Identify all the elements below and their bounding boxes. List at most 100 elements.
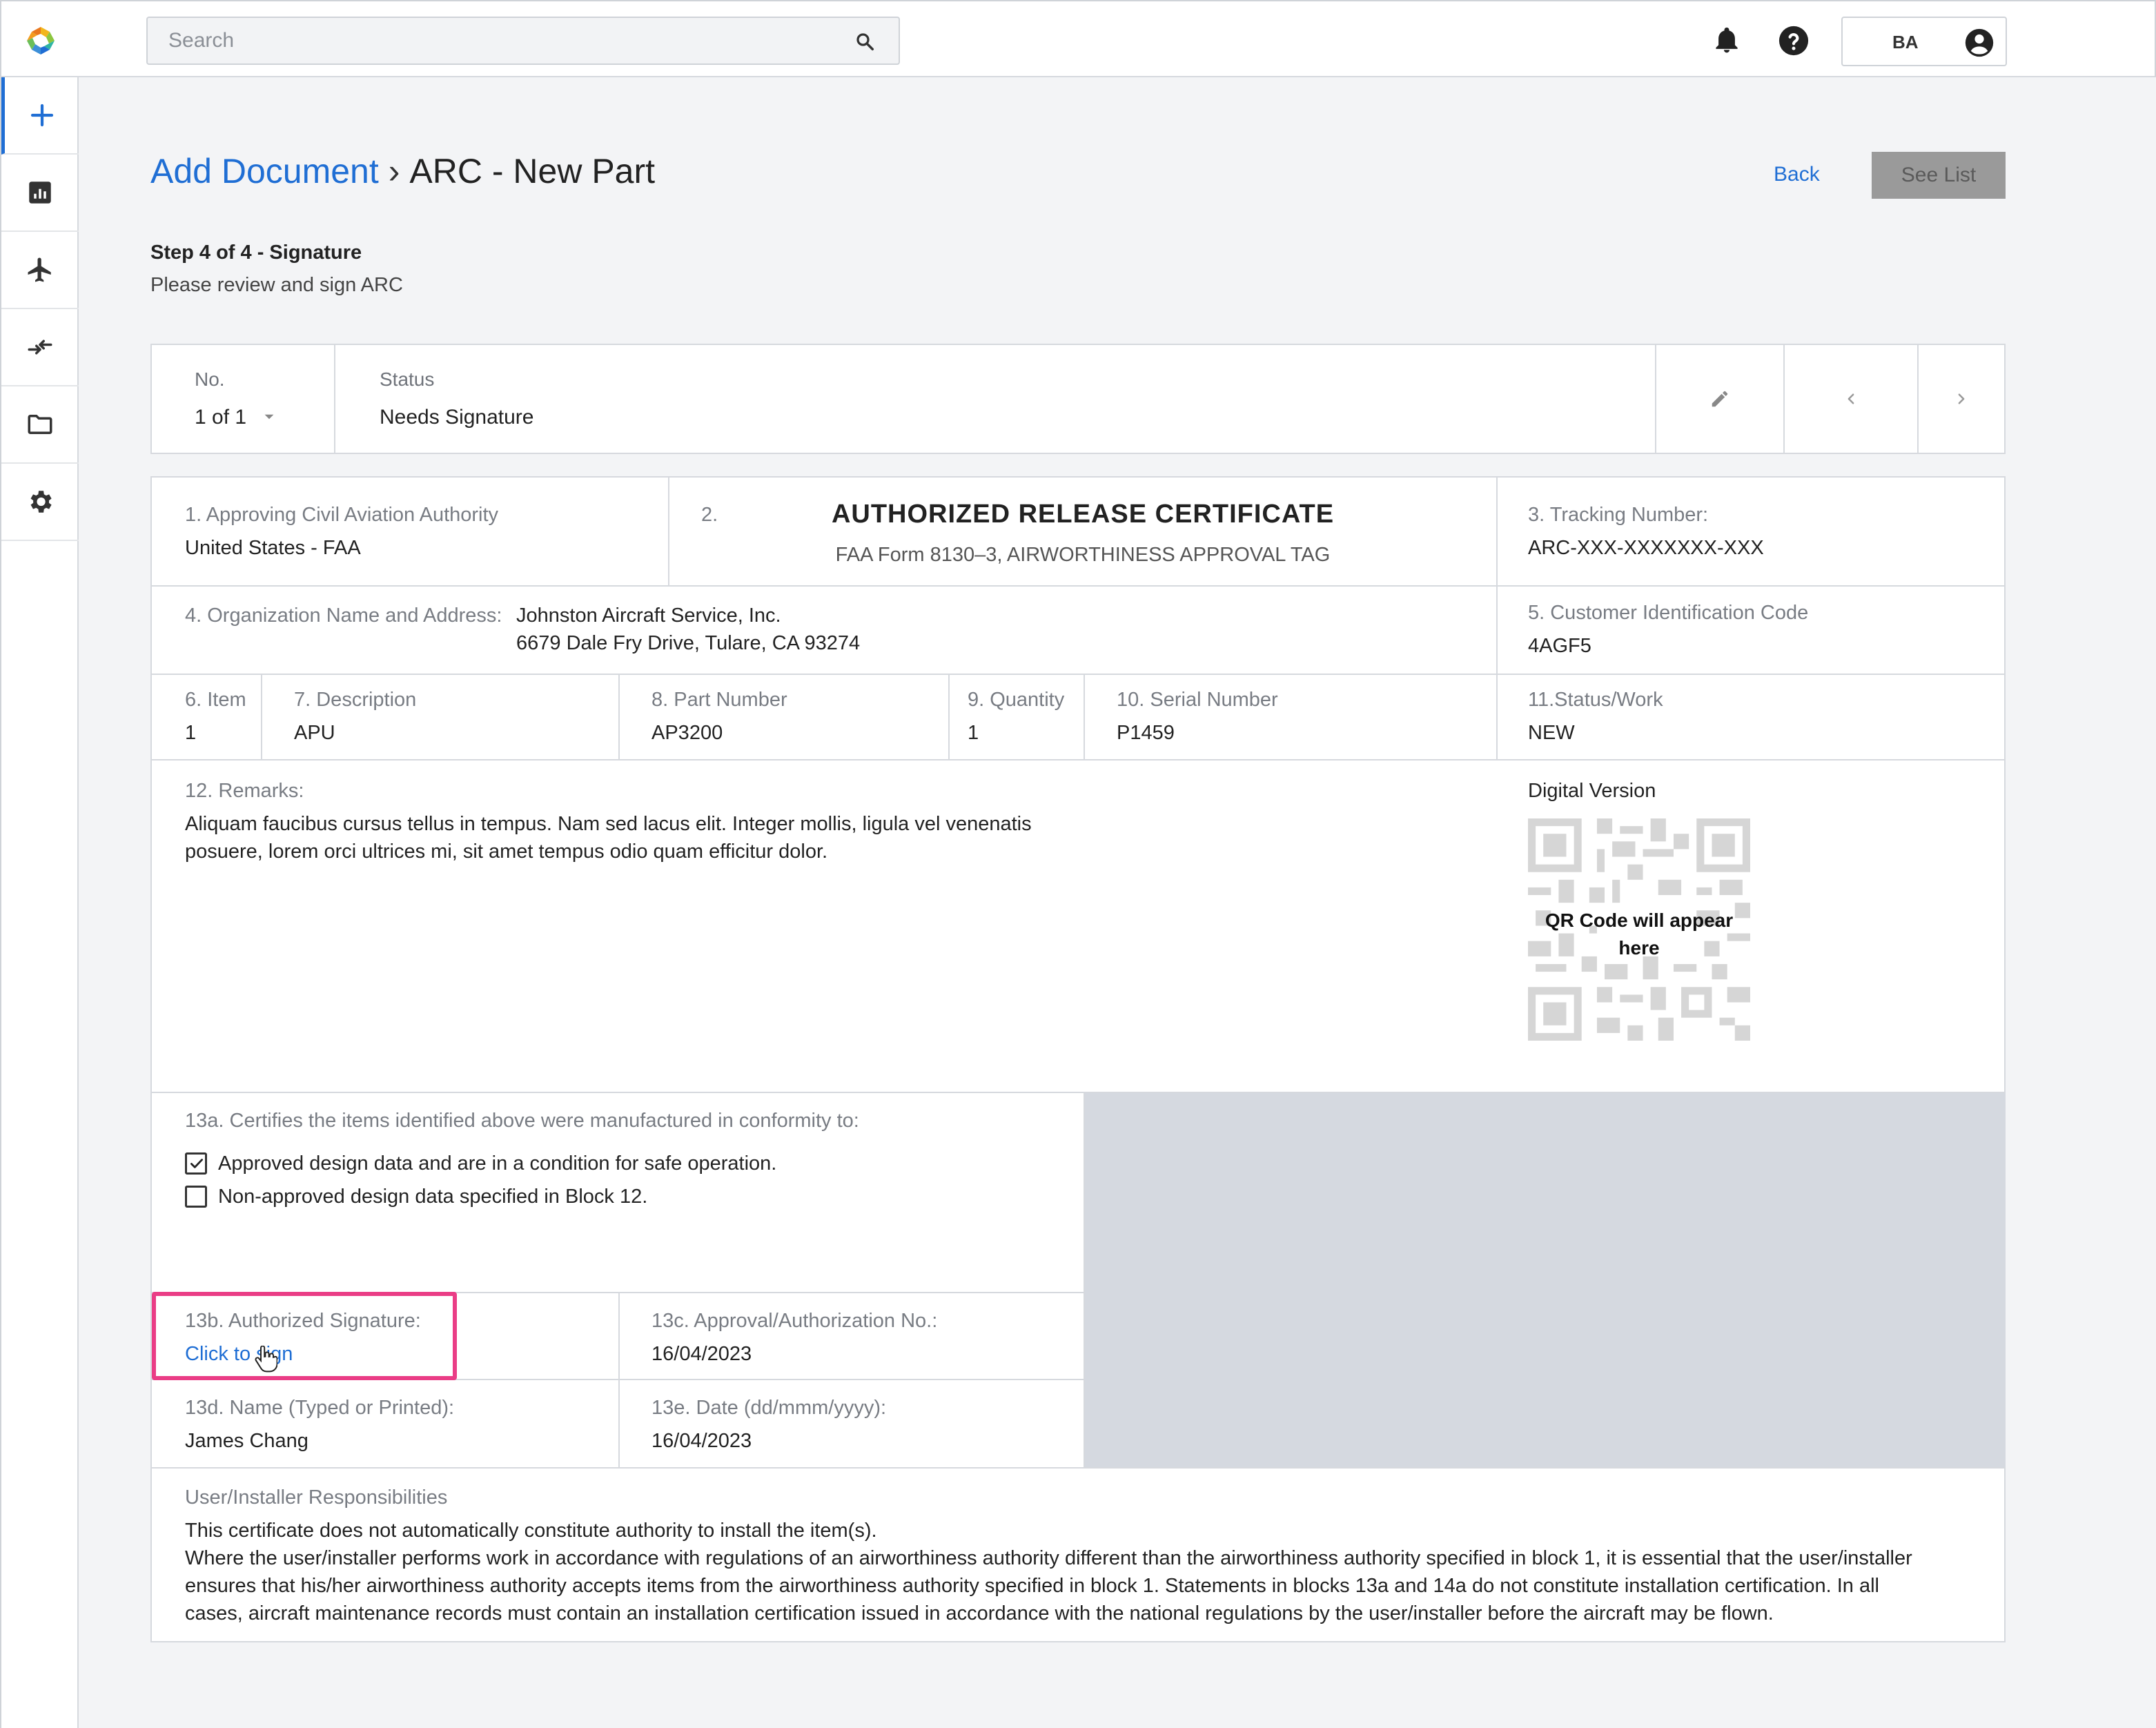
search-icon[interactable]: [854, 31, 875, 52]
organization-label: 4. Organization Name and Address:: [185, 605, 502, 627]
divider: [152, 674, 2006, 675]
customer-id-label: 5. Customer Identification Code: [1528, 602, 1809, 624]
step-title: Step 4 of 4 - Signature: [150, 242, 362, 264]
name-label: 13d. Name (Typed or Printed):: [185, 1397, 455, 1419]
pencil-icon: [1712, 391, 1728, 407]
divider: [668, 478, 669, 585]
breadcrumb-add-document-link[interactable]: Add Document: [150, 152, 379, 190]
digital-version-label: Digital Version: [1528, 780, 1656, 802]
app-logo-icon[interactable]: [25, 25, 57, 57]
user-menu[interactable]: BA: [1841, 17, 2007, 66]
checkmark-icon: [190, 1159, 203, 1168]
serial-number-value: P1459: [1117, 722, 1175, 744]
divider: [618, 674, 620, 759]
remarks-line-1: Aliquam faucibus cursus tellus in tempus…: [185, 813, 1032, 835]
edit-button[interactable]: [1655, 345, 1783, 453]
divider: [152, 759, 2006, 760]
step-subtitle: Please review and sign ARC: [150, 274, 403, 296]
chevron-right-icon: [1958, 393, 1965, 404]
description-value: APU: [294, 722, 335, 744]
folder-icon: [28, 415, 52, 434]
bell-icon[interactable]: [1712, 25, 1742, 55]
divider: [1084, 674, 1085, 759]
certificate-subtitle: FAA Form 8130–3, AIRWORTHINESS APPROVAL …: [835, 544, 1331, 566]
top-bar: BA: [0, 0, 2156, 77]
divider: [152, 1092, 2006, 1093]
no-value: 1 of 1: [195, 406, 247, 429]
sidebar-item-aircraft[interactable]: [1, 232, 79, 309]
gear-icon: [30, 491, 52, 513]
breadcrumb: Add Document › ARC - New Part: [150, 150, 655, 192]
remarks-line-2: posuere, lorem orci ultrices mi, sit ame…: [185, 841, 828, 863]
divider: [1496, 478, 1498, 759]
responsibilities-line-3: ensures that his/her airworthiness autho…: [185, 1575, 1879, 1597]
breadcrumb-separator: ›: [388, 152, 400, 190]
approved-design-checkbox[interactable]: [185, 1152, 207, 1175]
divider: [1084, 1092, 1085, 1467]
item-value: 1: [185, 722, 197, 744]
responsibilities-label: User/Installer Responsibilities: [185, 1486, 448, 1509]
sidebar-item-add[interactable]: [1, 77, 79, 155]
approval-number-label: 13c. Approval/Authorization No.:: [651, 1310, 938, 1332]
non-approved-design-label: Non-approved design data specified in Bl…: [218, 1186, 648, 1208]
customer-id-value: 4AGF5: [1528, 635, 1591, 657]
serial-number-label: 10. Serial Number: [1117, 689, 1278, 711]
search-input[interactable]: [148, 18, 810, 63]
approving-authority-value: United States - FAA: [185, 537, 361, 559]
item-label: 6. Item: [185, 689, 246, 711]
organization-name: Johnston Aircraft Service, Inc.: [516, 605, 781, 627]
user-initials: BA: [1892, 32, 1919, 52]
document-number-select[interactable]: No. 1 of 1: [152, 345, 335, 453]
airplane-icon: [28, 257, 51, 282]
certificate-title: AUTHORIZED RELEASE CERTIFICATE: [831, 500, 1335, 529]
divider: [618, 1292, 620, 1467]
tracking-number-label: 3. Tracking Number:: [1528, 504, 1709, 526]
divider: [261, 674, 262, 759]
sidebar-item-documents[interactable]: [1, 386, 79, 464]
organization-address: 6679 Dale Fry Drive, Tulare, CA 93274: [516, 632, 861, 654]
description-label: 7. Description: [294, 689, 417, 711]
date-label: 13e. Date (dd/mmm/yyyy):: [651, 1397, 887, 1419]
sidebar-item-reports[interactable]: [1, 155, 79, 232]
part-number-label: 8. Part Number: [651, 689, 787, 711]
remarks-label: 12. Remarks:: [185, 780, 304, 802]
hand-cursor-icon: [255, 1346, 277, 1373]
back-link[interactable]: Back: [1774, 163, 1820, 186]
user-avatar-icon: [1965, 28, 1994, 57]
quantity-value: 1: [968, 722, 979, 744]
sidebar-item-transfers[interactable]: [1, 309, 79, 386]
signature-highlight: [152, 1292, 457, 1380]
approval-number-value: 16/04/2023: [651, 1343, 752, 1365]
name-value: James Chang: [185, 1430, 308, 1452]
tracking-number-value: ARC-XXX-XXXXXXX-XXX: [1528, 537, 1764, 559]
certificate-form: 1. Approving Civil Aviation Authority Un…: [150, 476, 2006, 1642]
status-cell: Status Needs Signature: [335, 345, 1371, 453]
document-navigator: No. 1 of 1 Status Needs Signature: [150, 344, 2006, 454]
status-value: Needs Signature: [380, 406, 534, 429]
chevron-left-icon: [1848, 393, 1854, 404]
restricted-area: [1085, 1092, 2006, 1467]
help-icon[interactable]: [1778, 25, 1810, 57]
status-work-label: 11.Status/Work: [1528, 689, 1663, 711]
responsibilities-line-2: Where the user/installer performs work i…: [185, 1547, 1912, 1569]
next-button[interactable]: [1917, 345, 2004, 453]
caret-down-icon[interactable]: [264, 413, 275, 421]
chart-icon: [29, 181, 51, 204]
quantity-label: 9. Quantity: [968, 689, 1065, 711]
status-work-value: NEW: [1528, 722, 1575, 744]
sidebar-item-settings[interactable]: [1, 464, 79, 541]
authorized-signature-label: 13b. Authorized Signature:: [185, 1310, 421, 1332]
qr-placeholder-line-2: here: [1618, 937, 1660, 959]
date-value: 16/04/2023: [651, 1430, 752, 1452]
see-list-button[interactable]: See List: [1872, 152, 2006, 199]
part-number-value: AP3200: [651, 722, 723, 744]
non-approved-design-checkbox[interactable]: [185, 1186, 207, 1208]
plus-icon: [30, 104, 53, 127]
no-label: No.: [195, 369, 225, 390]
search-box[interactable]: [146, 17, 900, 65]
responsibilities-line-4: cases, aircraft maintenance records must…: [185, 1602, 1774, 1624]
previous-button[interactable]: [1783, 345, 1917, 453]
sidebar: [0, 77, 79, 1728]
divider: [152, 585, 2006, 587]
page-title: ARC - New Part: [409, 152, 656, 190]
